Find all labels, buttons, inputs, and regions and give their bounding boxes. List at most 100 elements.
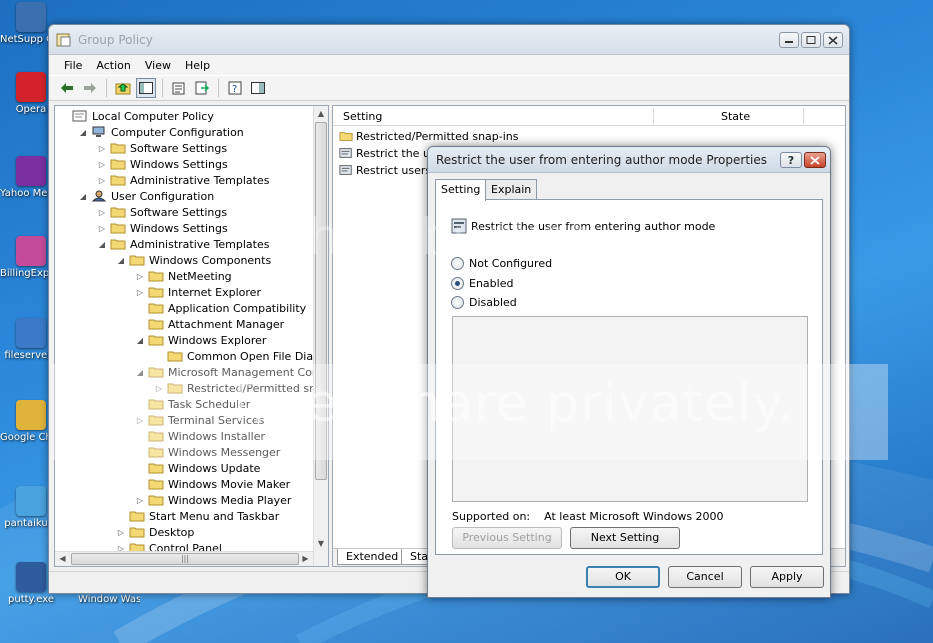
- window-title: Group Policy: [78, 33, 153, 47]
- tab-setting[interactable]: Setting: [435, 179, 487, 201]
- tree-node[interactable]: ▷ Software Settings: [97, 204, 228, 220]
- tree-node[interactable]: Windows Messenger: [135, 444, 281, 460]
- tree-node[interactable]: ◢ Windows Explorer: [135, 332, 267, 348]
- column-state[interactable]: State: [721, 110, 750, 123]
- tree-node-label: Windows Settings: [130, 221, 228, 235]
- tree-node[interactable]: Windows Update: [135, 460, 261, 476]
- tree-node[interactable]: ◢ Computer Configuration: [78, 124, 245, 140]
- close-button[interactable]: [823, 32, 843, 48]
- tree-node-label: Administrative Templates: [130, 237, 270, 251]
- expander-arrow-icon[interactable]: ◢: [78, 128, 88, 137]
- menu-action[interactable]: Action: [89, 59, 137, 72]
- expander-arrow-icon[interactable]: ▷: [97, 224, 107, 233]
- next-setting-button[interactable]: Next Setting: [570, 527, 680, 549]
- radio-disabled[interactable]: [451, 296, 464, 309]
- tree-node[interactable]: Windows Movie Maker: [135, 476, 291, 492]
- radio-enabled[interactable]: [451, 277, 464, 290]
- tree-node[interactable]: ▷ Windows Settings: [97, 156, 229, 172]
- expander-arrow-icon[interactable]: ▷: [116, 528, 126, 537]
- tree-node[interactable]: ▷ Restricted/Permitted snap-in: [154, 380, 328, 396]
- list-item[interactable]: Restricted/Permitted snap-ins: [339, 128, 519, 144]
- ok-button[interactable]: OK: [586, 566, 660, 588]
- expander-arrow-icon[interactable]: ▷: [135, 496, 145, 505]
- menu-file[interactable]: File: [57, 59, 89, 72]
- tree-node[interactable]: Application Compatibility: [135, 300, 307, 316]
- tree-node[interactable]: ▷ Software Settings: [97, 140, 228, 156]
- column-setting[interactable]: Setting: [343, 110, 382, 123]
- dialog-help-button[interactable]: ?: [780, 152, 802, 168]
- tab-extended[interactable]: Extended: [337, 549, 408, 565]
- tree-node[interactable]: Task Scheduler: [135, 396, 251, 412]
- expander-arrow-icon[interactable]: ▷: [135, 288, 145, 297]
- tree-node[interactable]: Common Open File Dialog: [154, 348, 328, 364]
- radio-not-configured[interactable]: [451, 257, 464, 270]
- expander-arrow-icon[interactable]: ◢: [135, 336, 145, 345]
- tree-node[interactable]: ▷ Windows Media Player: [135, 492, 292, 508]
- app-shortcut-icon: [16, 400, 46, 430]
- action-pane-icon: [251, 82, 265, 94]
- tree-node[interactable]: ▷ Internet Explorer: [135, 284, 262, 300]
- column-divider[interactable]: [653, 108, 654, 124]
- expander-arrow-icon[interactable]: ▷: [135, 272, 145, 281]
- tree-node[interactable]: ▷ Windows Settings: [97, 220, 229, 236]
- option-not-configured[interactable]: Not Configured: [451, 257, 552, 270]
- back-button[interactable]: [57, 78, 77, 98]
- tree-node[interactable]: ▷ Desktop: [116, 524, 195, 540]
- expander-arrow-icon[interactable]: ◢: [78, 192, 88, 201]
- expander-arrow-icon[interactable]: ▷: [97, 208, 107, 217]
- expander-arrow-icon[interactable]: ▷: [97, 176, 107, 185]
- tree-node[interactable]: Start Menu and Taskbar: [116, 508, 280, 524]
- scroll-left-arrow-icon[interactable]: ◀: [55, 552, 70, 566]
- folder-icon: [148, 399, 164, 410]
- expander-arrow-icon[interactable]: ▷: [154, 384, 164, 393]
- option-disabled[interactable]: Disabled: [451, 296, 517, 309]
- scroll-up-arrow-icon[interactable]: ▲: [314, 106, 328, 121]
- properties-button[interactable]: [169, 78, 189, 98]
- maximize-button[interactable]: [801, 32, 821, 48]
- tree-node-label: Windows Settings: [130, 157, 228, 171]
- tree-node[interactable]: ▷ NetMeeting: [135, 268, 233, 284]
- tree-node[interactable]: ▷ Terminal Services: [135, 412, 265, 428]
- tree-node[interactable]: Windows Installer: [135, 428, 266, 444]
- dialog-title-bar[interactable]: Restrict the user from entering author m…: [428, 147, 830, 173]
- minimize-button[interactable]: [779, 32, 799, 48]
- dialog-close-button[interactable]: [804, 152, 826, 168]
- show-hide-tree-button[interactable]: [136, 78, 156, 98]
- column-divider[interactable]: [803, 108, 804, 124]
- tree-node[interactable]: ◢ User Configuration: [78, 188, 215, 204]
- tree-node[interactable]: ▷ Administrative Templates: [97, 172, 271, 188]
- tree-node[interactable]: Local Computer Policy: [59, 108, 215, 124]
- expander-arrow-icon[interactable]: ▷: [97, 144, 107, 153]
- apply-button[interactable]: Apply: [750, 566, 824, 588]
- expander-arrow-icon[interactable]: ◢: [116, 256, 126, 265]
- console-tree[interactable]: Local Computer Policy ◢ Computer Configura…: [54, 105, 329, 567]
- menu-help[interactable]: Help: [178, 59, 217, 72]
- list-item[interactable]: Restrict users t: [339, 162, 439, 178]
- title-bar[interactable]: Group Policy: [49, 25, 849, 55]
- menu-view[interactable]: View: [138, 59, 178, 72]
- help-button[interactable]: ?: [225, 78, 245, 98]
- up-one-level-button[interactable]: [113, 78, 133, 98]
- expander-arrow-icon[interactable]: ▷: [135, 416, 145, 425]
- scroll-down-arrow-icon[interactable]: ▼: [314, 536, 328, 551]
- forward-button[interactable]: [80, 78, 100, 98]
- tree-node[interactable]: ◢ Administrative Templates: [97, 236, 271, 252]
- scroll-thumb[interactable]: [315, 122, 327, 480]
- show-hide-action-pane-button[interactable]: [248, 78, 268, 98]
- folder-icon: [110, 239, 126, 250]
- previous-setting-button[interactable]: Previous Setting: [452, 527, 562, 549]
- cancel-button[interactable]: Cancel: [668, 566, 742, 588]
- tree-node[interactable]: ◢ Windows Components: [116, 252, 272, 268]
- tree-node[interactable]: ◢ Microsoft Management Console: [135, 364, 328, 380]
- scroll-thumb[interactable]: |||: [71, 553, 299, 565]
- scroll-right-arrow-icon[interactable]: ▶: [298, 552, 313, 566]
- option-enabled[interactable]: Enabled: [451, 277, 513, 290]
- tree-horizontal-scrollbar[interactable]: ◀ ||| ▶: [55, 551, 313, 566]
- export-list-button[interactable]: [192, 78, 212, 98]
- tree-node[interactable]: Attachment Manager: [135, 316, 285, 332]
- expander-arrow-icon[interactable]: ◢: [135, 368, 145, 377]
- expander-arrow-icon[interactable]: ◢: [97, 240, 107, 249]
- expander-arrow-icon[interactable]: ▷: [97, 160, 107, 169]
- tab-explain[interactable]: Explain: [485, 179, 538, 200]
- tree-vertical-scrollbar[interactable]: ▲ ▼: [313, 106, 328, 566]
